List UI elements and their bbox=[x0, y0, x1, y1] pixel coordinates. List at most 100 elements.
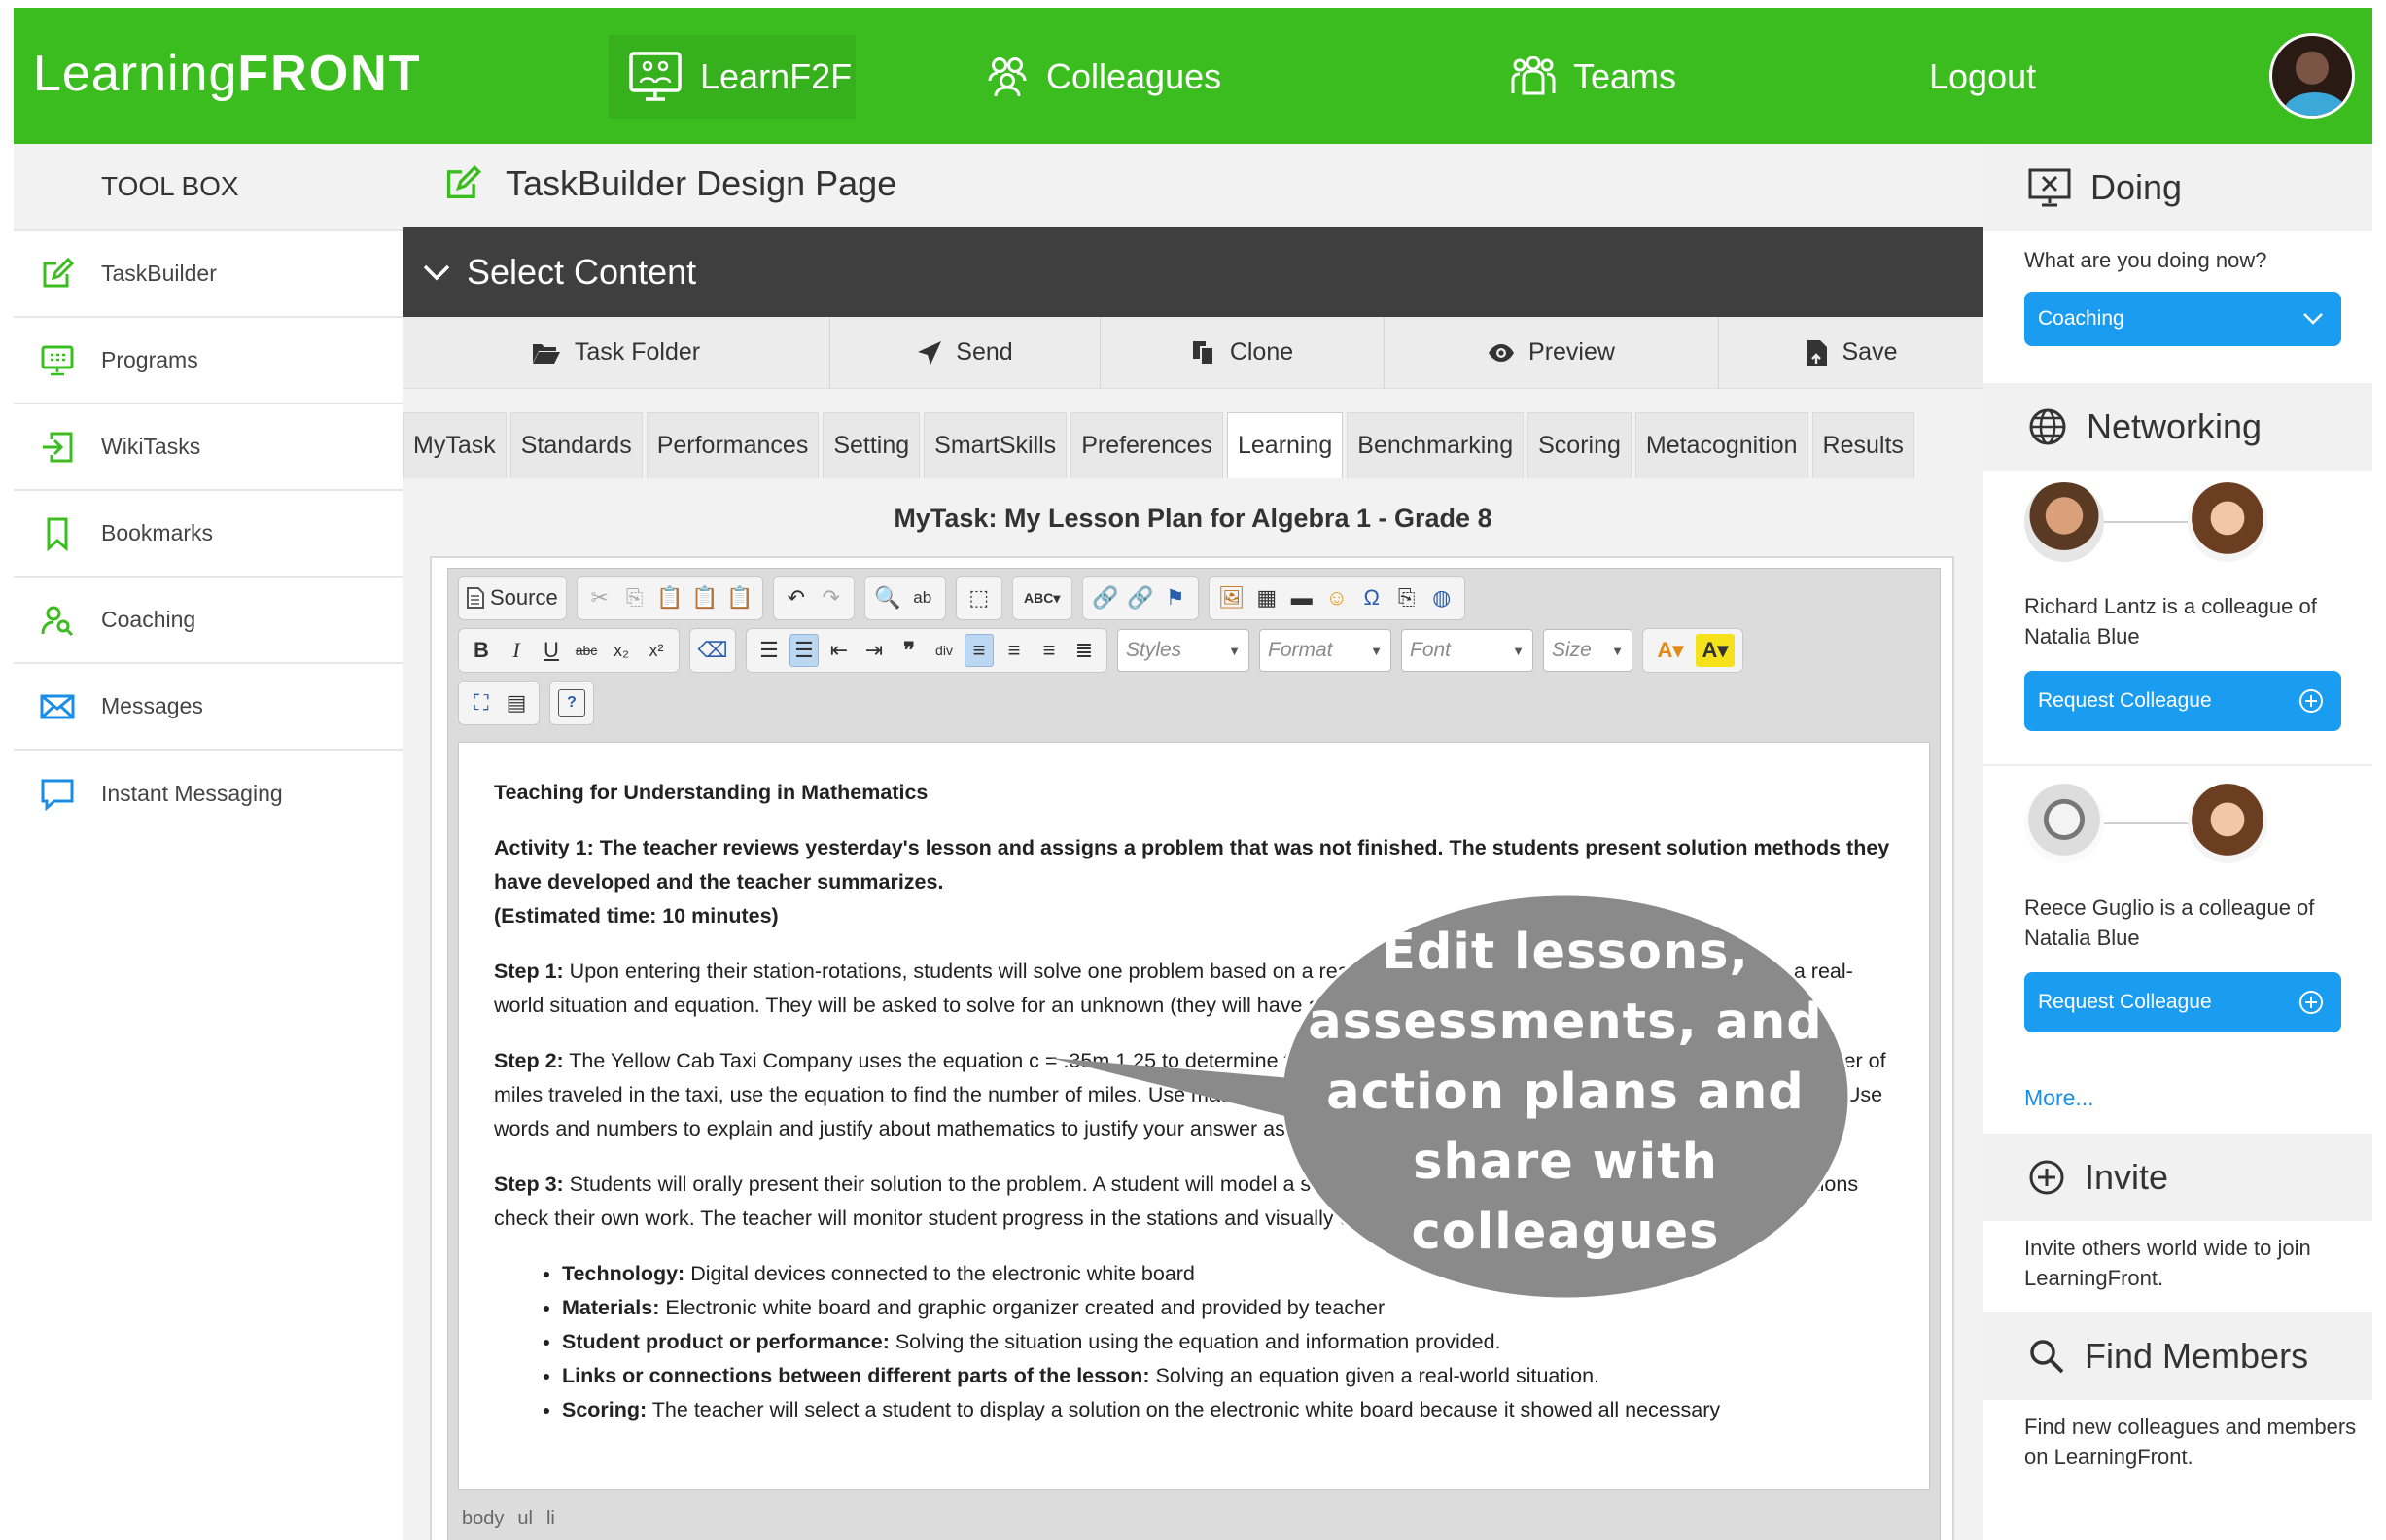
element-path-bar: body ul li bbox=[448, 1496, 1940, 1540]
tab-learning[interactable]: Learning bbox=[1226, 412, 1344, 478]
table-icon[interactable]: ▦ bbox=[1252, 581, 1281, 614]
avatar[interactable] bbox=[2188, 784, 2267, 863]
top-nav-bar: LearningFRONT LearnF2F Colleagues Teams … bbox=[14, 8, 2372, 144]
paper-plane-icon bbox=[917, 340, 942, 366]
justify-icon[interactable]: ≣ bbox=[1070, 634, 1099, 667]
task-folder-button[interactable]: Task Folder bbox=[403, 317, 830, 388]
preview-button[interactable]: Preview bbox=[1385, 317, 1719, 388]
unlink-icon[interactable]: 🔗 bbox=[1126, 581, 1155, 614]
help-group: ? bbox=[549, 681, 594, 725]
avatar[interactable] bbox=[2024, 784, 2104, 863]
tab-scoring[interactable]: Scoring bbox=[1527, 412, 1632, 478]
link-icon[interactable]: 🔗 bbox=[1091, 581, 1120, 614]
iframe-globe-icon[interactable]: ◍ bbox=[1427, 581, 1456, 614]
maximize-icon[interactable]: ⛶ bbox=[467, 686, 496, 719]
tab-setting[interactable]: Setting bbox=[823, 412, 921, 478]
sidebar-item-messages[interactable]: Messages bbox=[14, 664, 403, 751]
replace-icon[interactable]: ab bbox=[908, 581, 937, 614]
sidebar-item-taskbuilder[interactable]: TaskBuilder bbox=[14, 231, 403, 318]
send-button[interactable]: Send bbox=[830, 317, 1101, 388]
select-content-toggle[interactable]: Select Content bbox=[403, 228, 1983, 317]
action-label: Send bbox=[956, 338, 1013, 366]
plus-circle-icon bbox=[2028, 1159, 2065, 1196]
path-li[interactable]: li bbox=[546, 1508, 555, 1530]
request-colleague-button[interactable]: Request Colleague bbox=[2024, 972, 2341, 1032]
request-colleague-button[interactable]: Request Colleague bbox=[2024, 671, 2341, 731]
user-avatar[interactable] bbox=[2269, 33, 2355, 119]
image-icon[interactable]: 🖼 bbox=[1217, 581, 1246, 614]
eraser-icon[interactable]: ⌫ bbox=[697, 634, 727, 667]
save-button[interactable]: Save bbox=[1719, 317, 1983, 388]
div-container-icon[interactable]: div bbox=[930, 634, 959, 667]
nav-colleagues[interactable]: Colleagues bbox=[986, 35, 1221, 119]
indent-icon[interactable]: ⇥ bbox=[860, 634, 889, 667]
superscript-icon[interactable]: x² bbox=[642, 634, 671, 667]
nav-teams[interactable]: Teams bbox=[1511, 35, 1676, 119]
tab-benchmarking[interactable]: Benchmarking bbox=[1347, 412, 1525, 478]
sidebar-item-wikitasks[interactable]: WikiTasks bbox=[14, 404, 403, 491]
avatar[interactable] bbox=[2024, 482, 2104, 562]
sidebar-item-instant-messaging[interactable]: Instant Messaging bbox=[14, 751, 403, 837]
undo-icon[interactable]: ↶ bbox=[782, 581, 811, 614]
align-right-icon[interactable]: ≡ bbox=[1035, 634, 1064, 667]
find-members-header[interactable]: Find Members bbox=[1983, 1312, 2372, 1400]
avatar[interactable] bbox=[2188, 482, 2267, 562]
tab-mytask[interactable]: MyTask bbox=[403, 412, 507, 478]
tab-performances[interactable]: Performances bbox=[646, 412, 820, 478]
special-char-icon[interactable]: Ω bbox=[1357, 581, 1386, 614]
find-icon[interactable]: 🔍 bbox=[873, 581, 902, 614]
source-button[interactable]: Source bbox=[458, 576, 567, 620]
size-dropdown[interactable]: Size ▼ bbox=[1543, 629, 1632, 672]
smiley-icon[interactable]: ☺ bbox=[1322, 581, 1351, 614]
select-all-icon[interactable]: ⬚ bbox=[965, 581, 994, 614]
paste-word-icon[interactable]: 📋 bbox=[725, 581, 754, 614]
nav-logout[interactable]: Logout bbox=[1929, 35, 2036, 119]
outdent-icon[interactable]: ⇤ bbox=[825, 634, 854, 667]
text-color-icon[interactable]: A▾ bbox=[1651, 634, 1690, 667]
anchor-flag-icon[interactable]: ⚑ bbox=[1161, 581, 1190, 614]
help-icon[interactable]: ? bbox=[558, 689, 585, 717]
spellcheck-icon[interactable]: ABC▾ bbox=[1021, 581, 1064, 614]
tab-smartskills[interactable]: SmartSkills bbox=[924, 412, 1068, 478]
doing-select[interactable]: Coaching bbox=[2024, 292, 2341, 346]
path-ul[interactable]: ul bbox=[517, 1508, 533, 1530]
paste-text-icon[interactable]: 📋 bbox=[690, 581, 719, 614]
bulleted-list-icon[interactable]: ☰ bbox=[789, 634, 819, 667]
tab-preferences[interactable]: Preferences bbox=[1070, 412, 1223, 478]
styles-dropdown[interactable]: Styles ▼ bbox=[1117, 629, 1249, 672]
copy-icon[interactable]: ⎘ bbox=[620, 581, 649, 614]
tab-results[interactable]: Results bbox=[1811, 412, 1914, 478]
italic-icon[interactable]: I bbox=[502, 634, 531, 667]
nav-learnf2f[interactable]: LearnF2F bbox=[609, 35, 856, 119]
more-link[interactable]: More... bbox=[2024, 1085, 2094, 1111]
path-body[interactable]: body bbox=[462, 1508, 504, 1530]
clone-button[interactable]: Clone bbox=[1101, 317, 1385, 388]
sidebar-item-programs[interactable]: Programs bbox=[14, 318, 403, 404]
sidebar-item-coaching[interactable]: Coaching bbox=[14, 578, 403, 664]
tab-standards[interactable]: Standards bbox=[509, 412, 643, 478]
horizontal-rule-icon[interactable]: ▬ bbox=[1287, 581, 1316, 614]
sign-in-icon bbox=[14, 430, 101, 465]
format-dropdown[interactable]: Format ▼ bbox=[1259, 629, 1391, 672]
paste-icon[interactable]: 📋 bbox=[655, 581, 684, 614]
app-logo[interactable]: LearningFRONT bbox=[33, 45, 421, 103]
nav-label: Colleagues bbox=[1046, 56, 1222, 96]
font-dropdown[interactable]: Font ▼ bbox=[1401, 629, 1533, 672]
align-left-icon[interactable]: ≡ bbox=[965, 634, 994, 667]
bold-icon[interactable]: B bbox=[467, 634, 496, 667]
underline-icon[interactable]: U bbox=[537, 634, 566, 667]
redo-icon[interactable]: ↷ bbox=[817, 581, 846, 614]
show-blocks-icon[interactable]: ▤ bbox=[502, 686, 531, 719]
subscript-icon[interactable]: x₂ bbox=[607, 634, 636, 667]
blockquote-icon[interactable]: ❞ bbox=[895, 634, 924, 667]
sidebar-item-bookmarks[interactable]: Bookmarks bbox=[14, 491, 403, 578]
tab-metacognition[interactable]: Metacognition bbox=[1634, 412, 1808, 478]
invite-header[interactable]: Invite bbox=[1983, 1134, 2372, 1221]
insert-group: 🖼 ▦ ▬ ☺ Ω ⎘ ◍ bbox=[1208, 576, 1465, 620]
background-color-icon[interactable]: A▾ bbox=[1696, 634, 1735, 667]
align-center-icon[interactable]: ≡ bbox=[1000, 634, 1029, 667]
strikethrough-icon[interactable]: abc bbox=[572, 634, 601, 667]
numbered-list-icon[interactable]: ☰ bbox=[754, 634, 784, 667]
page-break-icon[interactable]: ⎘ bbox=[1392, 581, 1421, 614]
cut-icon[interactable]: ✂ bbox=[585, 581, 614, 614]
